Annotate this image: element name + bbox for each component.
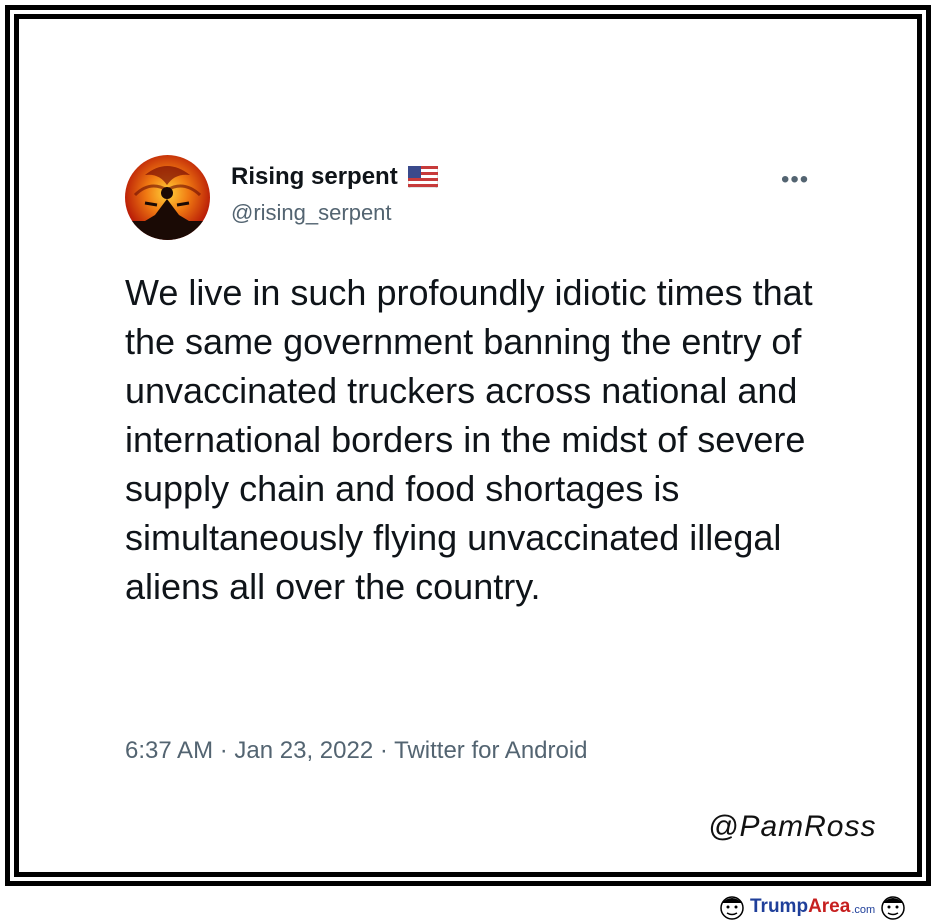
author-name[interactable]: Rising serpent: [231, 163, 439, 191]
caricature-face-icon: [720, 896, 744, 920]
avatar[interactable]: [125, 155, 210, 240]
tweet-date[interactable]: Jan 23, 2022: [234, 737, 373, 764]
meta-separator: ·: [379, 737, 388, 764]
author-handle[interactable]: @rising_serpent: [231, 200, 392, 226]
watermark: @PamRoss: [708, 810, 877, 843]
site-name-part3: .com: [851, 903, 876, 916]
author-name-text: Rising serpent: [231, 163, 398, 190]
tweet-meta: 6:37 AM · Jan 23, 2022 · Twitter for And…: [125, 737, 588, 765]
tweet-text: We live in such profoundly idiotic times…: [125, 272, 813, 607]
tweet-source[interactable]: Twitter for Android: [394, 737, 587, 764]
tweet-card: Rising serpent @rising_serpent ••• We li…: [0, 0, 940, 921]
site-name-part2: Area: [808, 896, 851, 917]
caricature-face-icon: [881, 896, 905, 920]
avatar-image: [125, 155, 210, 240]
us-flag-icon: [407, 165, 439, 189]
tweet-time[interactable]: 6:37 AM: [125, 737, 213, 764]
site-logo[interactable]: Trump Area .com: [718, 893, 940, 921]
more-options-icon[interactable]: •••: [781, 168, 809, 192]
meta-separator: ·: [219, 737, 228, 764]
site-name-part1: Trump: [750, 896, 809, 917]
